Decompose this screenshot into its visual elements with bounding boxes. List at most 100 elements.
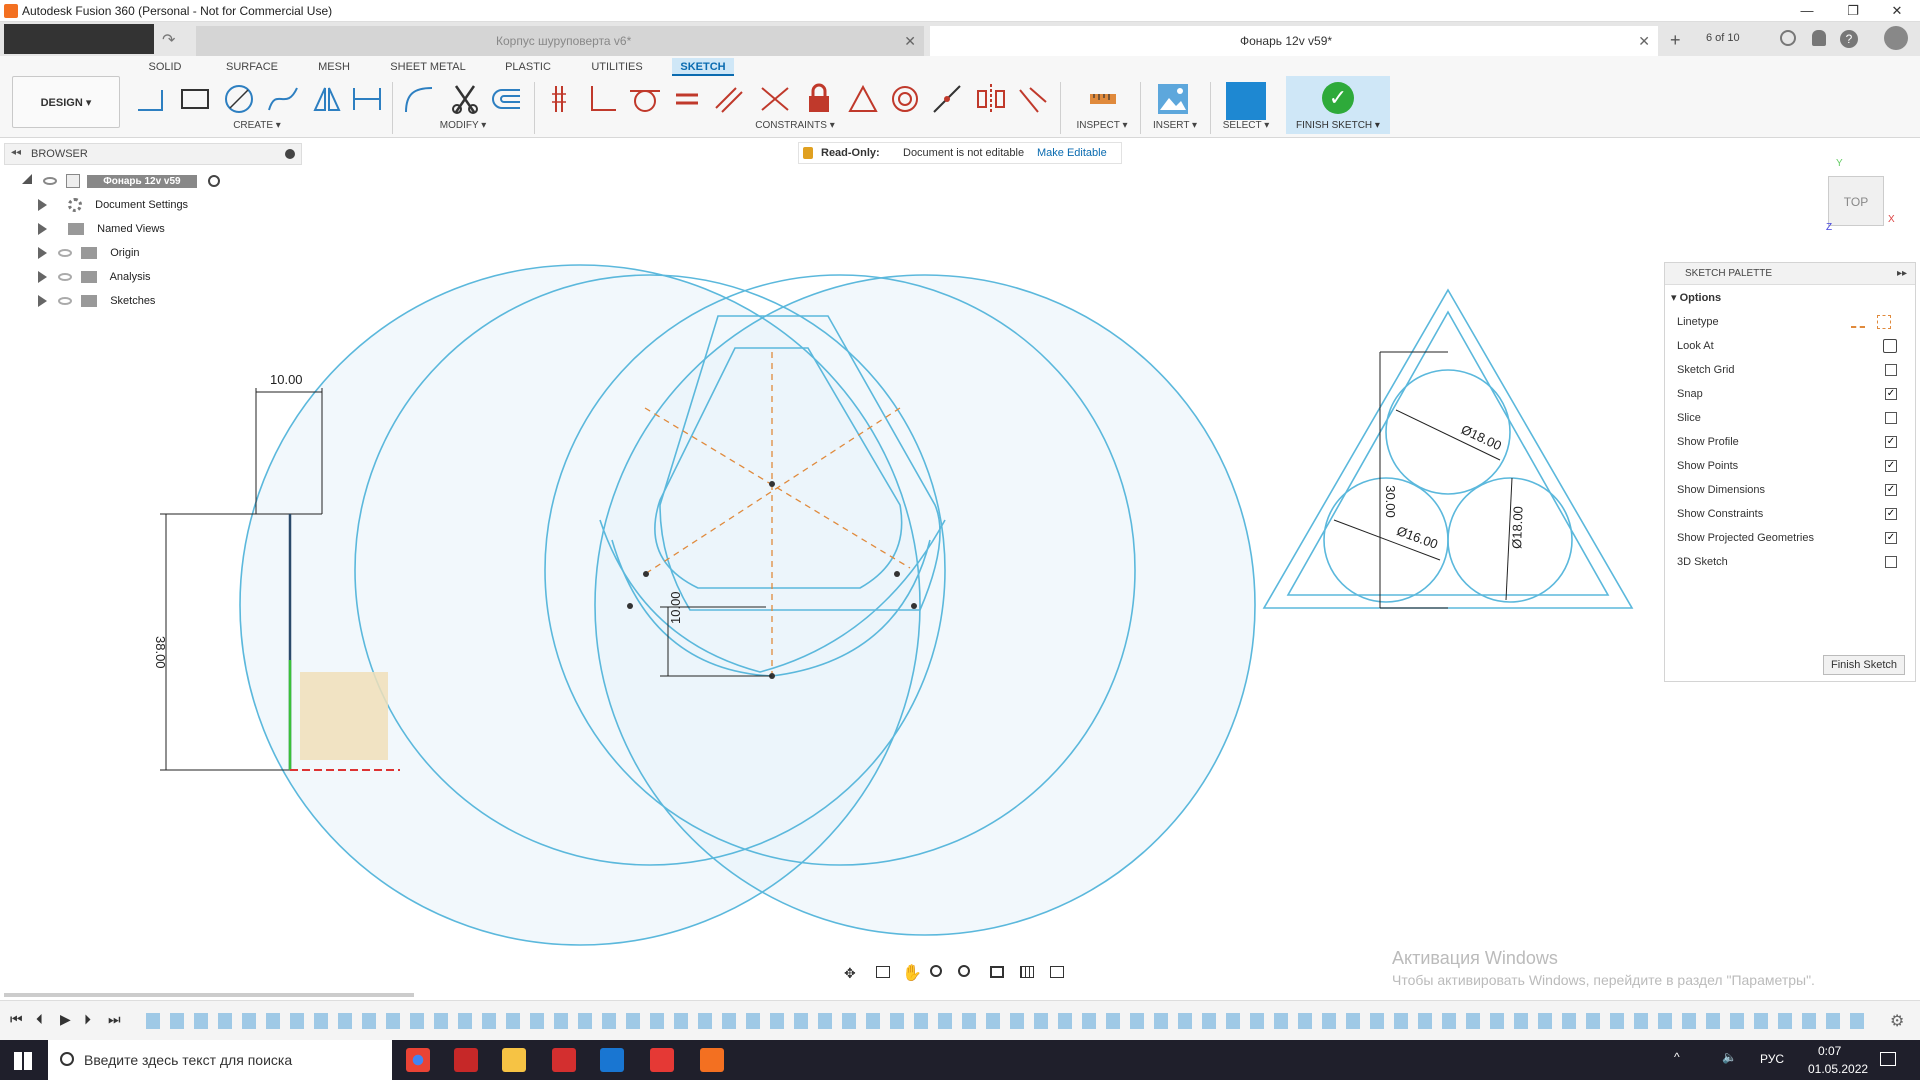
tab-sheet-metal[interactable]: SHEET METAL [386, 58, 470, 76]
acrobat-icon[interactable] [650, 1048, 674, 1072]
show-constraints-checkbox[interactable]: ✓ [1885, 508, 1897, 520]
step-back-icon[interactable]: ⏴ [36, 1011, 43, 1028]
timeline-settings-gear-icon[interactable]: ⚙ [1890, 1011, 1904, 1031]
dimension-label[interactable]: 10.00 [270, 372, 303, 387]
measure-tool-icon[interactable] [1086, 82, 1120, 116]
trim-tool-icon[interactable] [448, 82, 482, 116]
step-forward-icon[interactable]: ⏵ [84, 1011, 91, 1028]
coincident-constraint-icon[interactable] [544, 82, 578, 116]
collapse-icon[interactable]: ◂◂ [11, 147, 21, 158]
tab-close-icon[interactable]: ✕ [1638, 26, 1650, 56]
circle-tool-icon[interactable] [222, 82, 256, 116]
dimension-label[interactable]: 38.00 [153, 636, 168, 669]
modify-menu[interactable]: MODIFY ▾ [428, 120, 498, 131]
volume-icon[interactable]: 🔈 [1722, 1050, 1737, 1064]
midpoint-constraint-icon[interactable] [758, 82, 792, 116]
show-projected-checkbox[interactable]: ✓ [1885, 532, 1897, 544]
triangle-constraint-icon[interactable] [846, 82, 880, 116]
insert-image-icon[interactable] [1156, 82, 1190, 116]
dimension-label[interactable]: 10.00 [668, 591, 683, 624]
pin-icon[interactable] [285, 149, 295, 159]
redo-icon[interactable]: ↷ [162, 30, 175, 50]
tangent-constraint-icon[interactable] [628, 82, 662, 116]
perpendicular-constraint-icon[interactable] [586, 82, 620, 116]
dimension-tool-icon[interactable] [350, 82, 384, 116]
grid-settings-icon[interactable] [1020, 966, 1034, 978]
palette-row-show-profile[interactable]: Show Profile ✓ [1677, 431, 1905, 453]
timeline-features[interactable] [146, 1013, 1866, 1029]
sketch-canvas[interactable] [0, 166, 1660, 1000]
palette-row-show-constraints[interactable]: Show Constraints ✓ [1677, 503, 1905, 525]
line-tool-icon[interactable] [134, 82, 168, 116]
pan-icon[interactable]: ✋ [902, 963, 922, 983]
viewcube-face[interactable]: TOP [1844, 195, 1868, 209]
construction-line-icon[interactable] [1851, 316, 1865, 328]
inspect-menu[interactable]: INSPECT ▾ [1072, 120, 1132, 131]
history-icon[interactable] [1780, 30, 1796, 46]
viewports-icon[interactable] [1050, 966, 1064, 978]
palette-row-slice[interactable]: Slice [1677, 407, 1905, 429]
finish-sketch-menu[interactable]: FINISH SKETCH ▾ [1286, 120, 1390, 131]
avatar[interactable] [1884, 26, 1908, 50]
notifications-icon[interactable] [1880, 1052, 1896, 1066]
finish-sketch-button[interactable]: Finish Sketch [1823, 655, 1905, 675]
palette-row-sketch-grid[interactable]: Sketch Grid [1677, 359, 1905, 381]
expand-palette-icon[interactable]: ▸▸ [1897, 263, 1907, 285]
equal-constraint-icon[interactable] [670, 82, 704, 116]
job-status[interactable]: 6 of 10 [1706, 32, 1740, 44]
palette-row-3d-sketch[interactable]: 3D Sketch [1677, 551, 1905, 573]
create-menu[interactable]: CREATE ▾ [222, 120, 292, 131]
maximize-button[interactable]: ❐ [1830, 0, 1876, 22]
options-section[interactable]: ▾ Options [1671, 291, 1721, 304]
snap-checkbox[interactable]: ✓ [1885, 388, 1897, 400]
close-button[interactable]: ✕ [1874, 0, 1920, 22]
select-tool-icon[interactable] [1226, 82, 1266, 120]
symmetry-constraint-icon[interactable] [974, 82, 1008, 116]
play-icon[interactable]: ▶ [60, 1011, 71, 1028]
go-to-end-icon[interactable]: ⏭ [108, 1011, 121, 1028]
viewcube[interactable]: TOP [1828, 176, 1884, 226]
notification-bell-icon[interactable] [1812, 30, 1826, 46]
palette-row-show-projected[interactable]: Show Projected Geometries ✓ [1677, 527, 1905, 549]
collinear-constraint-icon[interactable] [930, 82, 964, 116]
palette-row-show-points[interactable]: Show Points ✓ [1677, 455, 1905, 477]
look-at-icon[interactable] [876, 966, 890, 978]
chrome-icon[interactable] [406, 1048, 430, 1072]
design-workspace-button[interactable]: DESIGN ▾ [12, 76, 120, 128]
tab-utilities[interactable]: UTILITIES [586, 58, 648, 76]
rectangle-tool-icon[interactable] [178, 82, 212, 116]
zoom-window-icon[interactable] [958, 965, 970, 977]
make-editable-link[interactable]: Make Editable [1037, 143, 1107, 163]
minimize-button[interactable]: — [1784, 0, 1830, 22]
vivaldi-icon[interactable] [552, 1048, 576, 1072]
new-tab-icon[interactable]: + [1670, 30, 1681, 51]
spline-tool-icon[interactable] [266, 82, 300, 116]
timeline-scrollbar[interactable] [4, 993, 414, 997]
palette-row-show-dimensions[interactable]: Show Dimensions ✓ [1677, 479, 1905, 501]
clock-time[interactable]: 0:07 [1818, 1044, 1841, 1058]
dimension-label[interactable]: 30.00 [1383, 485, 1398, 518]
palette-row-snap[interactable]: Snap ✓ [1677, 383, 1905, 405]
go-to-start-icon[interactable]: ⏮ [10, 1011, 23, 1028]
3d-sketch-checkbox[interactable] [1885, 556, 1897, 568]
tab-sketch[interactable]: SKETCH [672, 58, 734, 76]
show-hidden-icons[interactable]: ^ [1674, 1050, 1680, 1064]
dimension-label[interactable]: Ø18.00 [1509, 506, 1525, 549]
show-points-checkbox[interactable]: ✓ [1885, 460, 1897, 472]
look-at-icon[interactable] [1883, 339, 1897, 353]
zoom-icon[interactable] [930, 965, 942, 977]
fix-constraint-icon[interactable] [802, 82, 836, 116]
taskbar-search-input[interactable]: Введите здесь текст для поиска [48, 1040, 392, 1080]
fusion-taskbar-icon[interactable] [700, 1048, 724, 1072]
tab-fonar[interactable]: Фонарь 12v v59* ✕ [930, 26, 1658, 56]
mirror-tool-icon[interactable] [310, 82, 344, 116]
offset-tool-icon[interactable] [490, 82, 524, 116]
concentric-constraint-icon[interactable] [888, 82, 922, 116]
tab-close-icon[interactable]: ✕ [904, 26, 916, 56]
tab-solid[interactable]: SOLID [140, 58, 190, 76]
finish-sketch-area[interactable]: ✓ FINISH SKETCH ▾ [1286, 76, 1390, 134]
parallel-constraint-icon[interactable] [712, 82, 746, 116]
help-icon[interactable]: ? [1840, 30, 1858, 48]
slice-checkbox[interactable] [1885, 412, 1897, 424]
centerline-icon[interactable] [1877, 315, 1891, 329]
